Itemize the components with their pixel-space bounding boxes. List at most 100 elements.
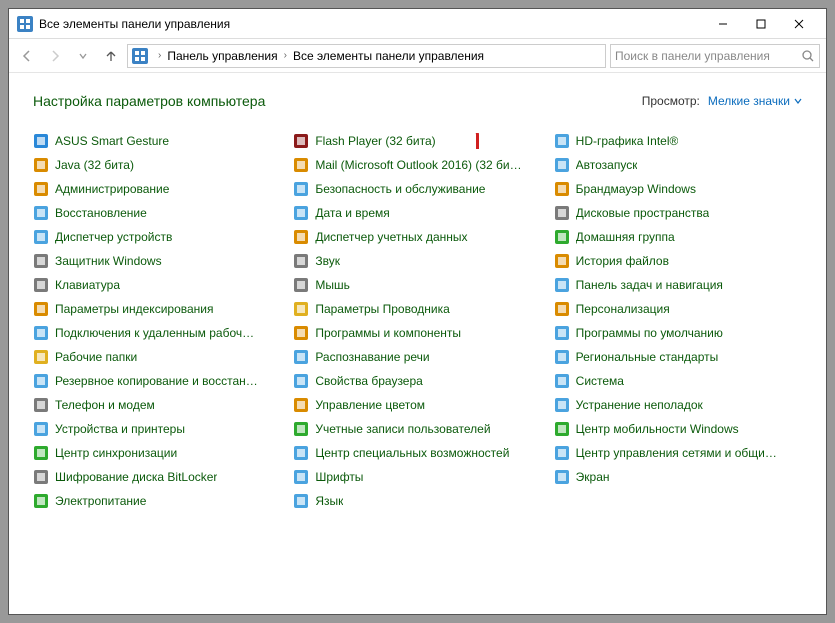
history-dropdown[interactable] bbox=[71, 44, 95, 68]
control-panel-item[interactable]: Устройства и принтеры bbox=[33, 421, 281, 437]
item-icon bbox=[554, 205, 570, 221]
control-panel-item[interactable]: Мышь bbox=[293, 277, 541, 293]
control-panel-item[interactable]: Восстановление bbox=[33, 205, 281, 221]
control-panel-item[interactable]: ASUS Smart Gesture bbox=[33, 133, 281, 149]
heading-row: Настройка параметров компьютера Просмотр… bbox=[33, 93, 802, 109]
view-value: Мелкие значки bbox=[708, 94, 790, 108]
item-label: Параметры индексирования bbox=[55, 302, 213, 316]
item-icon bbox=[554, 157, 570, 173]
address-icon bbox=[132, 48, 148, 64]
control-panel-item[interactable]: Java (32 бита) bbox=[33, 157, 281, 173]
control-panel-item[interactable]: Параметры Проводника bbox=[293, 301, 541, 317]
item-label: Домашняя группа bbox=[576, 230, 675, 244]
item-label: Безопасность и обслуживание bbox=[315, 182, 485, 196]
control-panel-item[interactable]: Свойства браузера bbox=[293, 373, 541, 389]
control-panel-item[interactable]: Центр мобильности Windows bbox=[554, 421, 802, 437]
control-panel-item[interactable]: Рабочие папки bbox=[33, 349, 281, 365]
chevron-right-icon: › bbox=[158, 50, 161, 61]
window-title: Все элементы панели управления bbox=[39, 17, 704, 31]
control-panel-item[interactable]: Mail (Microsoft Outlook 2016) (32 би… bbox=[293, 157, 541, 173]
item-label: Устранение неполадок bbox=[576, 398, 703, 412]
item-icon bbox=[554, 301, 570, 317]
control-panel-item[interactable]: Flash Player (32 бита) bbox=[293, 133, 541, 149]
control-panel-item[interactable]: Программы и компоненты bbox=[293, 325, 541, 341]
item-icon bbox=[293, 205, 309, 221]
item-label: Управление цветом bbox=[315, 398, 425, 412]
item-label: Учетные записи пользователей bbox=[315, 422, 490, 436]
close-button[interactable] bbox=[780, 13, 818, 35]
control-panel-item[interactable]: Параметры индексирования bbox=[33, 301, 281, 317]
item-icon bbox=[293, 493, 309, 509]
address-bar[interactable]: › Панель управления › Все элементы панел… bbox=[127, 44, 606, 68]
item-label: Свойства браузера bbox=[315, 374, 423, 388]
control-panel-item[interactable]: Учетные записи пользователей bbox=[293, 421, 541, 437]
control-panel-item[interactable]: Управление цветом bbox=[293, 397, 541, 413]
control-panel-item[interactable]: Защитник Windows bbox=[33, 253, 281, 269]
search-input[interactable] bbox=[615, 49, 801, 63]
control-panel-item[interactable]: Распознавание речи bbox=[293, 349, 541, 365]
item-label: Программы по умолчанию bbox=[576, 326, 723, 340]
control-panel-item[interactable]: Язык bbox=[293, 493, 541, 509]
item-icon bbox=[293, 157, 309, 173]
control-panel-item[interactable]: Диспетчер устройств bbox=[33, 229, 281, 245]
item-label: История файлов bbox=[576, 254, 669, 268]
item-icon bbox=[33, 181, 49, 197]
view-dropdown[interactable]: Мелкие значки bbox=[708, 94, 802, 108]
control-panel-item[interactable]: Региональные стандарты bbox=[554, 349, 802, 365]
control-panel-item[interactable]: Панель задач и навигация bbox=[554, 277, 802, 293]
control-panel-item[interactable]: Безопасность и обслуживание bbox=[293, 181, 541, 197]
item-label: Восстановление bbox=[55, 206, 147, 220]
control-panel-item[interactable]: Система bbox=[554, 373, 802, 389]
item-label: Центр управления сетями и общи… bbox=[576, 446, 777, 460]
control-panel-item[interactable]: Диспетчер учетных данных bbox=[293, 229, 541, 245]
control-panel-item[interactable]: Подключения к удаленным рабоч… bbox=[33, 325, 281, 341]
item-icon bbox=[33, 421, 49, 437]
item-label: Программы и компоненты bbox=[315, 326, 461, 340]
control-panel-item[interactable]: Персонализация bbox=[554, 301, 802, 317]
item-label: Центр специальных возможностей bbox=[315, 446, 509, 460]
item-icon bbox=[554, 445, 570, 461]
breadcrumb-part1[interactable]: Панель управления bbox=[167, 49, 277, 63]
forward-button[interactable] bbox=[43, 44, 67, 68]
control-panel-item[interactable]: Автозапуск bbox=[554, 157, 802, 173]
control-panel-item[interactable]: Центр специальных возможностей bbox=[293, 445, 541, 461]
item-label: Шифрование диска BitLocker bbox=[55, 470, 217, 484]
control-panel-item[interactable]: Электропитание bbox=[33, 493, 281, 509]
control-panel-item[interactable]: Домашняя группа bbox=[554, 229, 802, 245]
item-label: Персонализация bbox=[576, 302, 670, 316]
control-panel-item[interactable]: История файлов bbox=[554, 253, 802, 269]
control-panel-item[interactable]: Центр синхронизации bbox=[33, 445, 281, 461]
maximize-button[interactable] bbox=[742, 13, 780, 35]
control-panel-item[interactable]: Клавиатура bbox=[33, 277, 281, 293]
item-icon bbox=[293, 301, 309, 317]
control-panel-item[interactable]: Шифрование диска BitLocker bbox=[33, 469, 281, 485]
control-panel-item[interactable]: Шрифты bbox=[293, 469, 541, 485]
breadcrumb-part2[interactable]: Все элементы панели управления bbox=[293, 49, 484, 63]
control-panel-item[interactable]: Администрирование bbox=[33, 181, 281, 197]
up-button[interactable] bbox=[99, 44, 123, 68]
item-icon bbox=[33, 301, 49, 317]
control-panel-item[interactable]: Звук bbox=[293, 253, 541, 269]
minimize-button[interactable] bbox=[704, 13, 742, 35]
control-panel-item[interactable]: Устранение неполадок bbox=[554, 397, 802, 413]
control-panel-item[interactable]: Центр управления сетями и общи… bbox=[554, 445, 802, 461]
control-panel-item[interactable]: Дисковые пространства bbox=[554, 205, 802, 221]
control-panel-item[interactable]: Брандмауэр Windows bbox=[554, 181, 802, 197]
control-panel-item[interactable]: Экран bbox=[554, 469, 802, 485]
back-button[interactable] bbox=[15, 44, 39, 68]
item-label: Java (32 бита) bbox=[55, 158, 134, 172]
item-icon bbox=[293, 445, 309, 461]
item-icon bbox=[33, 493, 49, 509]
control-panel-item[interactable]: HD-графика Intel® bbox=[554, 133, 802, 149]
item-icon bbox=[33, 229, 49, 245]
search-box[interactable] bbox=[610, 44, 820, 68]
item-icon bbox=[33, 325, 49, 341]
control-panel-item[interactable]: Телефон и модем bbox=[33, 397, 281, 413]
item-label: Устройства и принтеры bbox=[55, 422, 185, 436]
control-panel-item[interactable]: Программы по умолчанию bbox=[554, 325, 802, 341]
item-icon bbox=[33, 349, 49, 365]
item-label: Язык bbox=[315, 494, 343, 508]
control-panel-item[interactable]: Дата и время bbox=[293, 205, 541, 221]
item-icon bbox=[293, 277, 309, 293]
control-panel-item[interactable]: Резервное копирование и восстан… bbox=[33, 373, 281, 389]
